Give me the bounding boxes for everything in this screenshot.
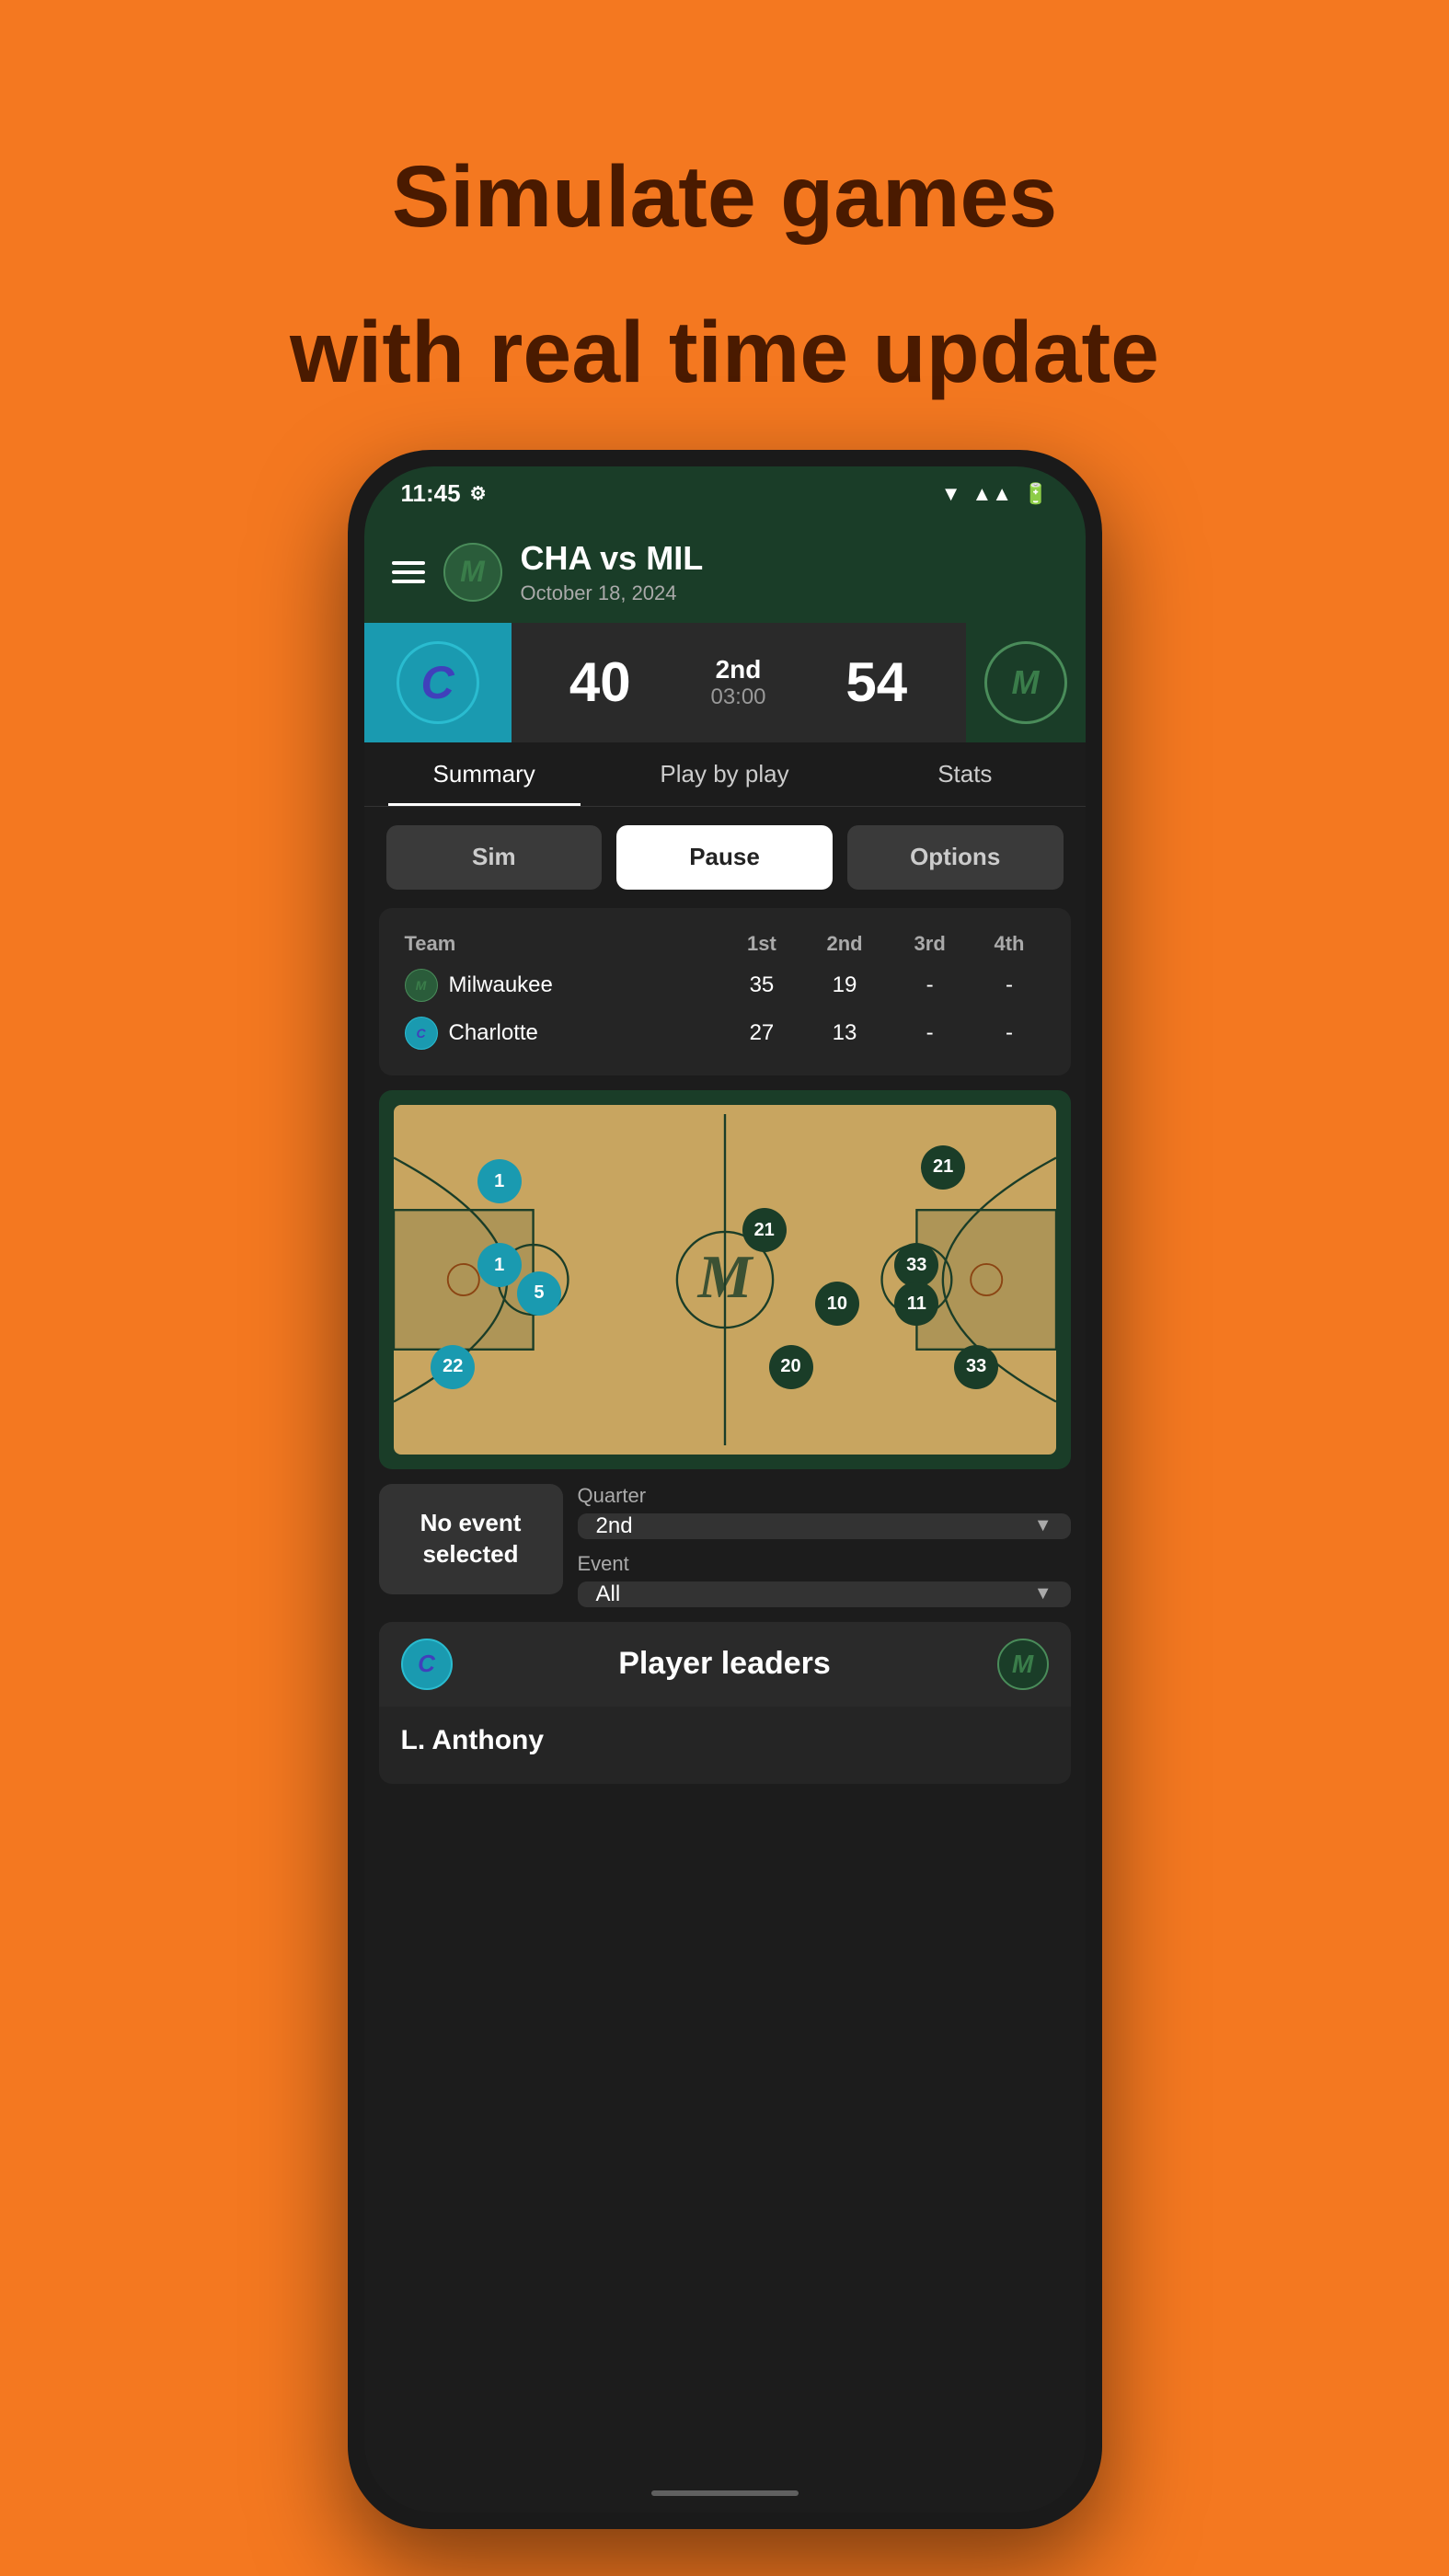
quarter-label: Quarter <box>578 1484 1071 1508</box>
score-middle: 40 2nd 03:00 54 <box>512 623 966 742</box>
player-mil-21a: 21 <box>921 1145 965 1190</box>
cha-q4: - <box>970 1009 1048 1057</box>
header-matchup: CHA vs MIL <box>521 539 1058 578</box>
player-mil-20: 20 <box>769 1345 813 1389</box>
app-header: M CHA vs MIL October 18, 2024 <box>364 522 1086 623</box>
event-dropdown[interactable]: All ▼ <box>578 1581 1071 1607</box>
chevron-down-icon: ▼ <box>1034 1515 1052 1536</box>
table-row: M Milwaukee 35 19 - - <box>401 961 1049 1009</box>
menu-button[interactable] <box>392 561 425 583</box>
cha-logo: C <box>397 641 479 724</box>
signal-icon: ▲▲ <box>972 482 1013 506</box>
mil-team-icon: M <box>405 969 438 1002</box>
quarter-value: 2nd <box>596 1513 633 1539</box>
player-name: L. Anthony <box>379 1707 1071 1784</box>
mil-logo-score: M <box>984 641 1067 724</box>
player-cha-1a: 1 <box>477 1159 522 1203</box>
cha-leaders-logo: C <box>401 1639 453 1690</box>
col-q4: 4th <box>970 926 1048 961</box>
controls-container: Sim Pause Options <box>364 807 1086 908</box>
mil-q1: 35 <box>724 961 800 1009</box>
score-section: C 40 2nd 03:00 54 M <box>364 623 1086 742</box>
tabs-container: Summary Play by play Stats <box>364 742 1086 807</box>
header-team-logo: M <box>443 543 502 602</box>
cha-team-name: Charlotte <box>449 1020 538 1046</box>
table-row: C Charlotte 27 13 - - <box>401 1009 1049 1057</box>
quarter-dropdown-group: Quarter 2nd ▼ <box>578 1484 1071 1539</box>
status-bar: 11:45 ⚙ ▼ ▲▲ 🔋 <box>364 466 1086 522</box>
team-cell-mil: M Milwaukee <box>405 969 720 1002</box>
svg-text:M: M <box>696 1243 753 1310</box>
dropdowns-col: Quarter 2nd ▼ Event All ▼ <box>578 1484 1071 1607</box>
phone-screen: 11:45 ⚙ ▼ ▲▲ 🔋 M CHA vs MIL October 18, … <box>364 466 1086 2513</box>
tab-play-by-play[interactable]: Play by play <box>604 742 845 806</box>
cha-q2: 13 <box>799 1009 890 1057</box>
home-indicator <box>651 2490 799 2496</box>
event-selector: No event selected Quarter 2nd ▼ Event Al… <box>379 1484 1071 1607</box>
team-left-logo: C <box>364 623 512 742</box>
event-label: Event <box>578 1552 1071 1576</box>
leaders-header: C Player leaders M <box>379 1622 1071 1707</box>
cha-q1: 27 <box>724 1009 800 1057</box>
header-date: October 18, 2024 <box>521 581 1058 605</box>
leaders-title: Player leaders <box>453 1646 997 1682</box>
gear-icon: ⚙ <box>470 482 487 505</box>
player-mil-21b: 21 <box>742 1208 787 1252</box>
header-info: CHA vs MIL October 18, 2024 <box>521 539 1058 605</box>
player-cha-22: 22 <box>431 1345 475 1389</box>
left-score: 40 <box>569 650 631 714</box>
tab-stats[interactable]: Stats <box>845 742 1085 806</box>
mil-q4: - <box>970 961 1048 1009</box>
score-center-info: 2nd 03:00 <box>710 655 765 710</box>
col-q3: 3rd <box>890 926 971 961</box>
court-container: M 1 1 5 22 21 21 33 10 11 20 33 <box>394 1105 1056 1455</box>
scoreboard-section: Team 1st 2nd 3rd 4th M Milwaukee <box>379 908 1071 1075</box>
player-cha-5: 5 <box>517 1271 561 1316</box>
player-mil-33b: 33 <box>954 1345 998 1389</box>
team-right-logo: M <box>966 623 1086 742</box>
options-button[interactable]: Options <box>847 825 1064 890</box>
chevron-down-icon-2: ▼ <box>1034 1583 1052 1604</box>
cha-q3: - <box>890 1009 971 1057</box>
event-value: All <box>596 1581 621 1607</box>
court-section: M 1 1 5 22 21 21 33 10 11 20 33 <box>379 1090 1071 1469</box>
score-time: 03:00 <box>710 684 765 710</box>
no-event-box: No event selected <box>379 1484 563 1594</box>
wifi-icon: ▼ <box>941 482 961 506</box>
player-cha-1b: 1 <box>477 1243 522 1287</box>
pause-button[interactable]: Pause <box>616 825 833 890</box>
mil-q2: 19 <box>799 961 890 1009</box>
sim-button[interactable]: Sim <box>386 825 603 890</box>
page-title-line1: Simulate games <box>290 147 1159 247</box>
status-time-group: 11:45 ⚙ <box>401 479 487 508</box>
page-title-container: Simulate games with real time update <box>216 74 1233 404</box>
cha-team-icon: C <box>405 1017 438 1050</box>
battery-icon: 🔋 <box>1023 482 1048 506</box>
quarter-dropdown[interactable]: 2nd ▼ <box>578 1513 1071 1539</box>
leaders-section: C Player leaders M L. Anthony <box>379 1622 1071 1784</box>
team-cell-cha: C Charlotte <box>405 1017 720 1050</box>
no-event-text: No event selected <box>397 1508 545 1570</box>
status-icons: ▼ ▲▲ 🔋 <box>941 482 1049 506</box>
page-title-line2: with real time update <box>290 303 1159 403</box>
status-time: 11:45 <box>401 479 461 508</box>
col-team: Team <box>401 926 724 961</box>
event-dropdown-group: Event All ▼ <box>578 1552 1071 1607</box>
col-q2: 2nd <box>799 926 890 961</box>
mil-team-name: Milwaukee <box>449 972 553 998</box>
mil-q3: - <box>890 961 971 1009</box>
tab-summary[interactable]: Summary <box>364 742 604 806</box>
score-quarter: 2nd <box>716 655 762 684</box>
col-q1: 1st <box>724 926 800 961</box>
phone-shell: 11:45 ⚙ ▼ ▲▲ 🔋 M CHA vs MIL October 18, … <box>348 450 1102 2529</box>
mil-leaders-logo: M <box>997 1639 1049 1690</box>
player-mil-10: 10 <box>815 1282 859 1326</box>
right-score: 54 <box>845 650 907 714</box>
